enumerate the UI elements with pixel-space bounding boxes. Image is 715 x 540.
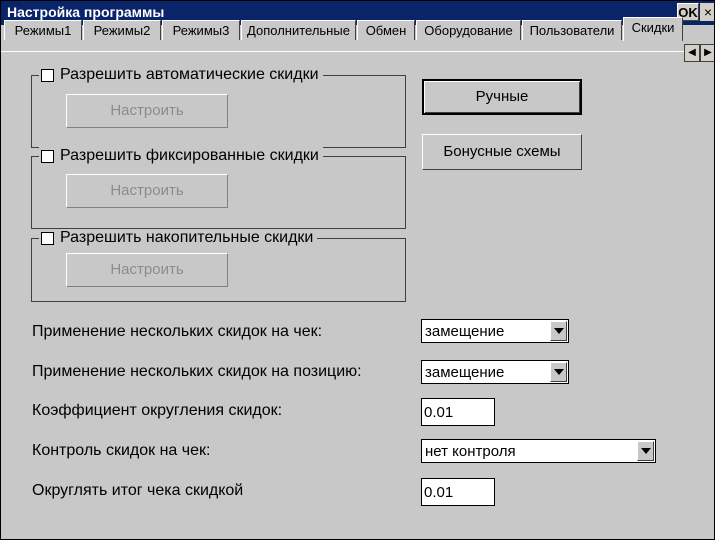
auto-discounts-configure-button: Настроить — [66, 94, 228, 128]
multi-check-label: Применение нескольких скидок на чек: — [32, 323, 323, 340]
tab-discounts[interactable]: Скидки — [623, 17, 683, 41]
tab-scroll-right-icon[interactable]: ▶ — [700, 44, 714, 62]
tab-equipment[interactable]: Оборудование — [416, 20, 521, 40]
accum-discounts-legend[interactable]: Разрешить накопительные скидки — [39, 229, 318, 247]
auto-discounts-checkbox[interactable] — [41, 68, 54, 82]
chevron-down-icon[interactable] — [637, 441, 654, 461]
multi-position-value: замещение — [425, 364, 505, 381]
fixed-discounts-label: Разрешить фиксированные скидки — [60, 147, 319, 164]
round-total-label: Округлять итог чека скидкой — [32, 482, 244, 499]
auto-discounts-label: Разрешить автоматические скидки — [60, 66, 319, 83]
accum-discounts-label: Разрешить накопительные скидки — [60, 229, 314, 246]
check-control-value: нет контроля — [425, 443, 516, 460]
tab-modes2[interactable]: Режимы2 — [83, 20, 161, 40]
tab-scroll-left-icon[interactable]: ◀ — [684, 44, 700, 62]
tab-exchange[interactable]: Обмен — [357, 20, 415, 40]
multi-check-select[interactable]: замещение — [421, 319, 569, 343]
round-coef-input[interactable] — [421, 398, 495, 426]
tab-additional[interactable]: Дополнительные — [241, 20, 356, 40]
check-control-label: Контроль скидок на чек: — [32, 442, 211, 459]
auto-discounts-legend[interactable]: Разрешить автоматические скидки — [39, 66, 323, 84]
tab-modes3[interactable]: Режимы3 — [162, 20, 240, 40]
round-total-input[interactable] — [421, 478, 495, 506]
multi-position-select[interactable]: замещение — [421, 360, 569, 384]
chevron-down-icon[interactable] — [550, 321, 567, 341]
close-button[interactable]: × — [700, 3, 714, 21]
multi-position-label: Применение нескольких скидок на позицию: — [32, 363, 362, 380]
window-title: Настройка программы — [7, 4, 165, 20]
bonus-schemes-button[interactable]: Бонусные схемы — [422, 134, 582, 170]
accum-discounts-checkbox[interactable] — [41, 231, 54, 245]
round-coef-label: Коэффициент округления скидок: — [32, 402, 283, 419]
accum-discounts-configure-button: Настроить — [66, 253, 228, 287]
fixed-discounts-configure-button: Настроить — [66, 174, 228, 208]
manual-discounts-button[interactable]: Ручные — [422, 79, 582, 115]
settings-window: Настройка программы OK × Режимы1 Режимы2… — [0, 0, 715, 540]
multi-check-value: замещение — [425, 323, 505, 340]
tab-users[interactable]: Пользователи — [522, 20, 622, 40]
check-control-select[interactable]: нет контроля — [421, 439, 656, 463]
fixed-discounts-legend[interactable]: Разрешить фиксированные скидки — [39, 147, 323, 165]
tab-modes1[interactable]: Режимы1 — [4, 20, 82, 40]
fixed-discounts-checkbox[interactable] — [41, 149, 54, 163]
chevron-down-icon[interactable] — [550, 362, 567, 382]
